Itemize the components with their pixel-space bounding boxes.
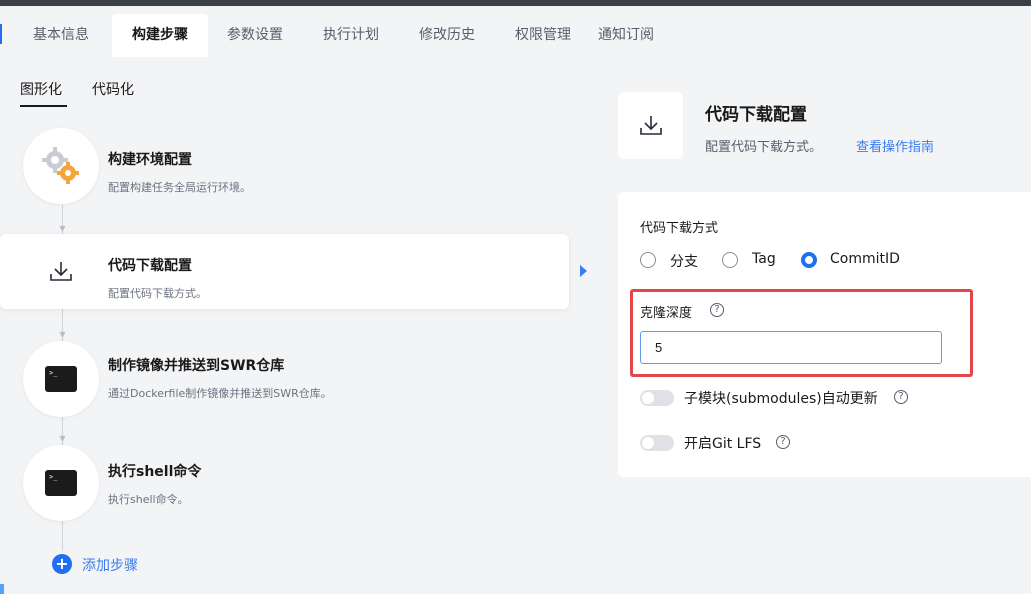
clone-depth-input[interactable]: 5: [640, 331, 942, 364]
radio-branch[interactable]: [640, 252, 656, 268]
step-icon-circle[interactable]: [23, 128, 99, 204]
radio-commitid[interactable]: [801, 252, 817, 268]
step-desc: 配置代码下载方式。: [108, 287, 207, 300]
steps-panel: 图形化 代码化 ▼ ▼ ▼ 构建环境配置 配置构建任务全局运行环境。 代码下载配…: [0, 57, 598, 594]
scroll-indicator: [0, 584, 4, 594]
git-lfs-label: 开启Git LFS: [684, 436, 762, 452]
tab-history[interactable]: 修改历史: [406, 14, 488, 57]
radio-branch-label[interactable]: 分支: [670, 251, 698, 271]
step-desc: 通过Dockerfile制作镜像并推送到SWR仓库。: [108, 387, 332, 400]
mode-tab-code[interactable]: 代码化: [92, 79, 134, 99]
active-indicator: [0, 24, 2, 44]
help-icon[interactable]: ?: [894, 390, 908, 404]
guide-link[interactable]: 查看操作指南: [856, 136, 934, 155]
plus-icon: +: [52, 554, 72, 574]
step-icon-circle[interactable]: >_: [23, 445, 99, 521]
step-desc: 执行shell命令。: [108, 493, 189, 506]
step-desc: 配置构建任务全局运行环境。: [108, 181, 251, 194]
config-panel: 代码下载配置 配置代码下载方式。 查看操作指南 代码下载方式 分支 Tag Co…: [598, 57, 1031, 594]
radio-tag[interactable]: [722, 252, 738, 268]
config-title: 代码下载配置: [705, 105, 807, 125]
add-step-label: 添加步骤: [82, 558, 138, 574]
connector-arrow-icon: ▼: [59, 330, 66, 339]
header-icon-box: [618, 92, 683, 159]
submodules-toggle[interactable]: [640, 390, 674, 406]
connector-arrow-icon: ▼: [59, 224, 66, 233]
git-lfs-toggle[interactable]: [640, 435, 674, 451]
help-icon[interactable]: ?: [710, 303, 724, 317]
step-connector: [62, 414, 63, 449]
tab-basic-info[interactable]: 基本信息: [20, 14, 102, 57]
download-method-label: 代码下载方式: [640, 221, 719, 236]
toggle-knob: [642, 437, 654, 449]
step-icon-circle[interactable]: >_: [23, 341, 99, 417]
step-title[interactable]: 构建环境配置: [108, 149, 192, 169]
tab-parameters[interactable]: 参数设置: [214, 14, 296, 57]
step-title: 代码下载配置: [108, 258, 192, 274]
config-form: 代码下载方式 分支 Tag CommitID 克隆深度 ? 5 子模块(subm…: [618, 192, 1031, 477]
toggle-knob: [642, 392, 654, 404]
download-icon: [640, 116, 662, 135]
terminal-icon: >_: [45, 470, 77, 496]
submodules-label: 子模块(submodules)自动更新: [684, 391, 878, 407]
config-description: 配置代码下载方式。: [705, 140, 823, 155]
radio-tag-label[interactable]: Tag: [752, 251, 776, 267]
help-icon[interactable]: ?: [776, 435, 790, 449]
gear-cluster-icon: [42, 147, 79, 184]
step-connector: [62, 519, 63, 551]
tab-notifications[interactable]: 通知订阅: [598, 14, 654, 57]
download-icon: [50, 262, 72, 281]
mode-tab-underline: [20, 105, 67, 107]
tab-build-steps[interactable]: 构建步骤: [112, 14, 208, 57]
tab-permissions[interactable]: 权限管理: [502, 14, 584, 57]
clone-depth-label: 克隆深度: [640, 306, 693, 321]
tab-schedule[interactable]: 执行计划: [310, 14, 392, 57]
radio-commitid-label[interactable]: CommitID: [830, 251, 900, 267]
step-title[interactable]: 执行shell命令: [108, 461, 201, 481]
mode-tab-graphical[interactable]: 图形化: [20, 79, 62, 99]
connector-arrow-icon: ▼: [59, 434, 66, 443]
selected-step-caret-icon: [580, 265, 587, 277]
step-card-selected[interactable]: 代码下载配置 配置代码下载方式。: [0, 234, 569, 309]
step-title[interactable]: 制作镜像并推送到SWR仓库: [108, 355, 284, 375]
terminal-icon: >_: [45, 366, 77, 392]
tab-bar: 基本信息 构建步骤 参数设置 执行计划 修改历史 权限管理 通知订阅: [0, 6, 1031, 57]
